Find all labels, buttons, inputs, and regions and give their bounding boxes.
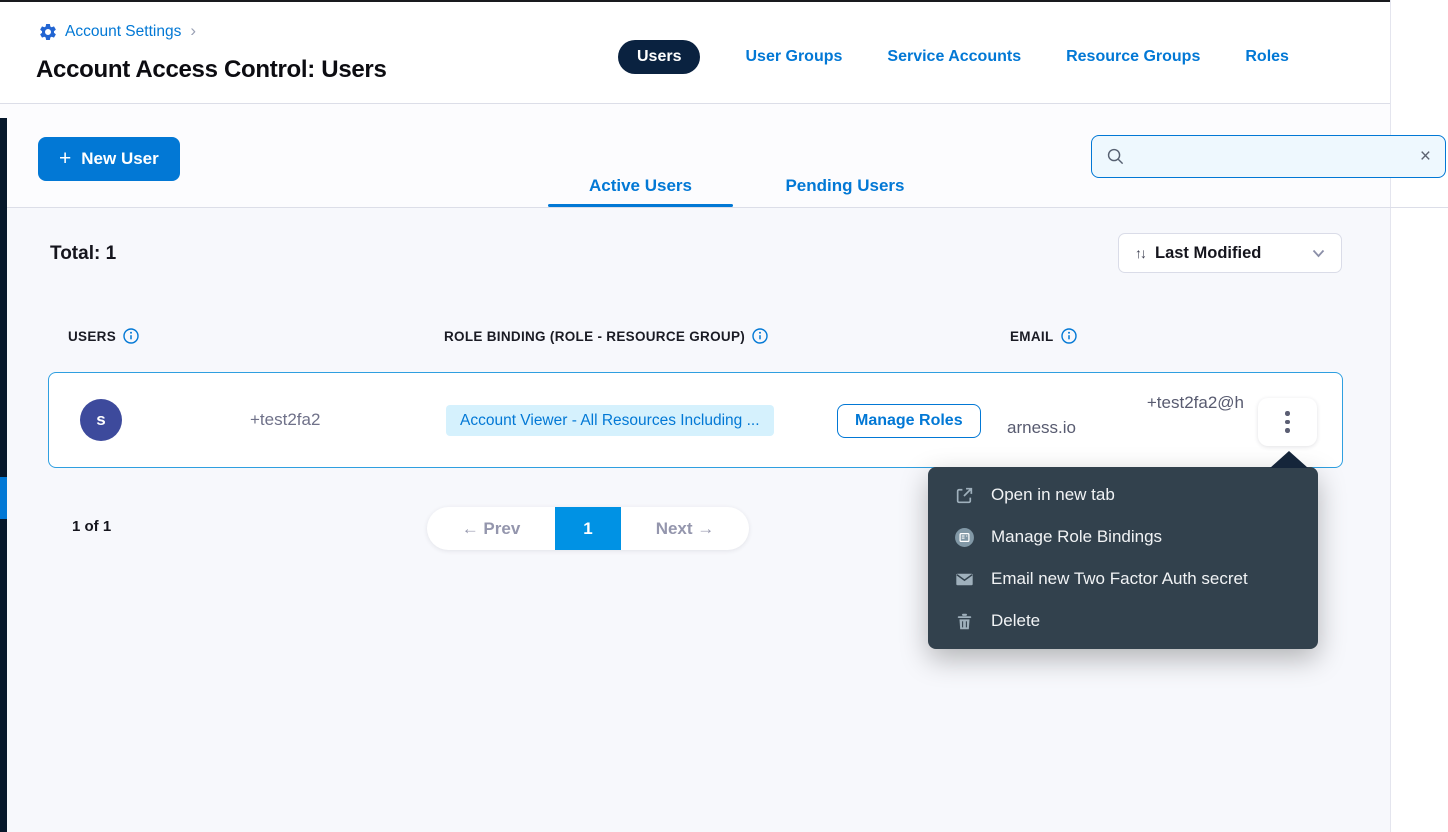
nav-item-users[interactable]: Users	[618, 40, 700, 74]
current-page-button[interactable]: 1	[555, 507, 621, 550]
menu-caret	[1270, 451, 1308, 468]
breadcrumb-label[interactable]: Account Settings	[65, 23, 181, 41]
chevron-down-icon	[1312, 249, 1325, 258]
page-header: Account Settings › Account Access Contro…	[0, 2, 1390, 103]
trash-icon	[954, 611, 975, 632]
external-link-icon	[954, 485, 975, 506]
row-context-menu: Open in new tab Manage Role Bindings Ema…	[928, 467, 1318, 649]
prev-page-button[interactable]: ← Prev	[427, 519, 555, 539]
app-right-border	[1390, 0, 1391, 832]
menu-item-email-two-factor-secret[interactable]: Email new Two Factor Auth secret	[928, 558, 1318, 600]
column-label: EMAIL	[1010, 329, 1054, 344]
page-title: Account Access Control: Users	[36, 56, 387, 84]
breadcrumb[interactable]: Account Settings ›	[38, 22, 196, 42]
menu-item-open-in-new-tab[interactable]: Open in new tab	[928, 474, 1318, 516]
menu-item-label: Manage Role Bindings	[991, 527, 1162, 547]
new-user-button[interactable]: + New User	[38, 137, 180, 181]
top-nav: Users User Groups Service Accounts Resou…	[618, 39, 1289, 75]
nav-item-service-accounts[interactable]: Service Accounts	[887, 48, 1021, 66]
menu-item-label: Delete	[991, 611, 1040, 631]
menu-item-manage-role-bindings[interactable]: Manage Role Bindings	[928, 516, 1318, 558]
search-input[interactable]	[1135, 148, 1420, 165]
kebab-dot	[1285, 420, 1290, 425]
tab-pending-users[interactable]: Pending Users	[755, 176, 935, 196]
chevron-right-icon: ›	[190, 21, 196, 41]
sort-dropdown[interactable]: ↑↓ Last Modified	[1118, 233, 1342, 273]
total-count: Total: 1	[50, 243, 116, 265]
user-name: +test2fa2	[250, 410, 320, 430]
pagination: ← Prev 1 Next →	[427, 507, 749, 550]
sort-label: Last Modified	[1155, 244, 1302, 263]
role-binding-chip: Account Viewer - All Resources Including…	[446, 405, 774, 436]
column-label: ROLE BINDING (ROLE - RESOURCE GROUP)	[444, 329, 745, 344]
tab-active-users[interactable]: Active Users	[548, 176, 733, 196]
plus-icon: +	[59, 148, 71, 169]
info-icon[interactable]	[123, 328, 139, 344]
collapsed-sidebar[interactable]	[0, 118, 7, 832]
kebab-dot	[1285, 428, 1290, 433]
user-email-line2: arness.io	[1007, 415, 1244, 440]
info-icon[interactable]	[752, 328, 768, 344]
user-email: +test2fa2@h arness.io	[1007, 390, 1244, 440]
column-label: USERS	[68, 329, 116, 344]
menu-item-label: Open in new tab	[991, 485, 1115, 505]
kebab-dot	[1285, 411, 1290, 416]
avatar: s	[80, 399, 122, 441]
gear-icon	[38, 22, 58, 42]
page-summary: 1 of 1	[72, 518, 111, 535]
column-header-email: EMAIL	[1010, 328, 1077, 344]
close-icon[interactable]: ×	[1420, 147, 1431, 166]
next-page-button[interactable]: Next →	[621, 519, 749, 539]
column-header-role-binding: ROLE BINDING (ROLE - RESOURCE GROUP)	[444, 328, 768, 344]
manage-roles-button[interactable]: Manage Roles	[837, 404, 981, 438]
user-email-line1: +test2fa2@h	[1007, 390, 1244, 415]
row-options-kebab-button[interactable]	[1258, 398, 1317, 446]
menu-item-delete[interactable]: Delete	[928, 600, 1318, 642]
info-icon[interactable]	[1061, 328, 1077, 344]
envelope-icon	[954, 569, 975, 590]
role-bindings-icon	[954, 527, 975, 548]
new-user-button-label: New User	[81, 149, 158, 169]
search-box[interactable]: ×	[1091, 135, 1446, 178]
nav-item-roles[interactable]: Roles	[1245, 48, 1289, 66]
search-icon	[1106, 147, 1125, 166]
collapsed-sidebar-active-item[interactable]	[0, 477, 7, 519]
nav-item-resource-groups[interactable]: Resource Groups	[1066, 48, 1200, 66]
column-header-users: USERS	[68, 328, 139, 344]
menu-item-label: Email new Two Factor Auth secret	[991, 569, 1248, 589]
nav-item-user-groups[interactable]: User Groups	[745, 48, 842, 66]
sort-arrows-icon: ↑↓	[1135, 245, 1145, 261]
